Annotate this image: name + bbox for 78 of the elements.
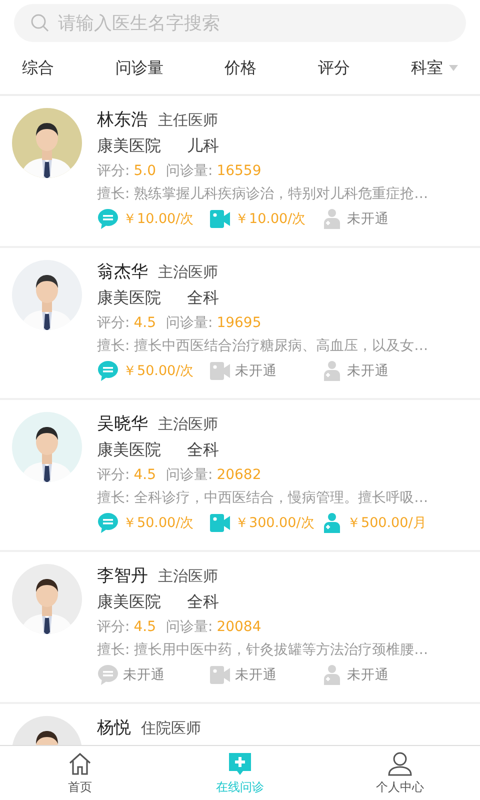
rating-value: 4.5 bbox=[134, 619, 156, 635]
doctor-title: 主治医师 bbox=[158, 567, 218, 586]
doctor-icon bbox=[321, 208, 343, 230]
nav-tab[interactable]: 个人中心 bbox=[320, 746, 480, 800]
chat-icon bbox=[97, 360, 119, 382]
consult-count: 19695 bbox=[216, 315, 262, 331]
chat-icon bbox=[97, 208, 119, 230]
service-price: 未开通 bbox=[123, 666, 165, 684]
doctor-icon bbox=[321, 360, 343, 382]
doctor-name: 杨悦 bbox=[97, 717, 131, 739]
filter-tab[interactable]: 问诊量 bbox=[115, 58, 164, 78]
video-camera-icon bbox=[209, 664, 231, 686]
medical-chat-icon bbox=[227, 750, 253, 776]
consult-count: 20682 bbox=[216, 467, 262, 483]
video-camera-icon bbox=[209, 360, 231, 382]
doctor-card[interactable]: 林东浩 主任医师 康美医院 儿科 评分: 5.0 问诊量: 16559 擅长: 熟练掌握儿科疾病诊治，特别对儿科危重症抢… ￥10.00/次 ￥10.00/次 未开通 bbox=[0, 96, 480, 248]
department: 全科 bbox=[187, 288, 219, 309]
chat-icon bbox=[97, 512, 119, 534]
consult-count: 20084 bbox=[216, 619, 262, 635]
consult-count: 16559 bbox=[216, 163, 262, 179]
consult-count-label: 问诊量: bbox=[166, 162, 213, 180]
rating-label: 评分: bbox=[97, 618, 130, 636]
search-icon bbox=[30, 13, 50, 33]
nav-tab[interactable]: 首页 bbox=[0, 746, 160, 800]
doctor-name: 吴晓华 bbox=[97, 413, 148, 435]
service-price: ￥10.00/次 bbox=[235, 210, 306, 228]
doctor-title: 主任医师 bbox=[158, 111, 218, 130]
specialty-text: 擅长: 全科诊疗，中西医结合，慢病管理。擅长呼吸… bbox=[97, 489, 430, 507]
hospital-name: 康美医院 bbox=[97, 440, 161, 461]
consult-count-label: 问诊量: bbox=[166, 618, 213, 636]
doctor-card[interactable]: 翁杰华 主治医师 康美医院 全科 评分: 4.5 问诊量: 19695 擅长: 擅长中西医结合治疗糖尿病、高血压，以及女… ￥50.00/次 未开通 未开通 bbox=[0, 248, 480, 400]
service-price: ￥50.00/次 bbox=[123, 514, 194, 532]
doctor-title: 主治医师 bbox=[158, 415, 218, 434]
chat-icon bbox=[97, 664, 119, 686]
filter-tab[interactable]: 科室 bbox=[411, 58, 458, 78]
service-price: ￥10.00/次 bbox=[123, 210, 194, 228]
home-icon bbox=[67, 750, 93, 776]
doctor-title: 主治医师 bbox=[158, 263, 218, 282]
rating-value: 4.5 bbox=[134, 315, 156, 331]
search-field[interactable]: 请输入医生名字搜索 bbox=[14, 4, 466, 42]
doctor-name: 李智丹 bbox=[97, 565, 148, 587]
doctor-icon bbox=[321, 512, 343, 534]
specialty-text: 擅长: 擅长用中医中药，针灸拔罐等方法治疗颈椎腰… bbox=[97, 641, 430, 659]
consult-count-label: 问诊量: bbox=[166, 314, 213, 332]
rating-value: 4.5 bbox=[134, 467, 156, 483]
service-price: 未开通 bbox=[347, 666, 389, 684]
doctor-card[interactable]: 吴晓华 主治医师 康美医院 全科 评分: 4.5 问诊量: 20682 擅长: 全科诊疗，中西医结合，慢病管理。擅长呼吸… ￥50.00/次 ￥300.00/次 ￥500.00/月 bbox=[0, 400, 480, 552]
service-price: 未开通 bbox=[347, 210, 389, 228]
rating-label: 评分: bbox=[97, 162, 130, 180]
filter-tab[interactable]: 评分 bbox=[318, 58, 350, 78]
video-camera-icon bbox=[209, 512, 231, 534]
service-price: 未开通 bbox=[235, 666, 277, 684]
specialty-text: 擅长: 熟练掌握儿科疾病诊治，特别对儿科危重症抢… bbox=[97, 185, 430, 203]
rating-label: 评分: bbox=[97, 314, 130, 332]
doctor-card[interactable]: 李智丹 主治医师 康美医院 全科 评分: 4.5 问诊量: 20084 擅长: 擅长用中医中药，针灸拔罐等方法治疗颈椎腰… 未开通 未开通 未开通 bbox=[0, 552, 480, 704]
filter-tab[interactable]: 综合 bbox=[22, 58, 54, 78]
service-price: ￥50.00/次 bbox=[123, 362, 194, 380]
service-price: ￥500.00/月 bbox=[347, 514, 427, 532]
doctor-icon bbox=[321, 664, 343, 686]
service-price: ￥300.00/次 bbox=[235, 514, 315, 532]
doctor-name: 林东浩 bbox=[97, 109, 148, 131]
hospital-name: 康美医院 bbox=[97, 592, 161, 613]
doctor-title: 住院医师 bbox=[141, 719, 201, 738]
rating-label: 评分: bbox=[97, 466, 130, 484]
person-icon bbox=[387, 750, 413, 776]
video-camera-icon bbox=[209, 208, 231, 230]
service-price: 未开通 bbox=[347, 362, 389, 380]
service-price: 未开通 bbox=[235, 362, 277, 380]
rating-value: 5.0 bbox=[134, 163, 156, 179]
hospital-name: 康美医院 bbox=[97, 288, 161, 309]
filter-tab[interactable]: 价格 bbox=[224, 58, 256, 78]
department: 儿科 bbox=[187, 136, 219, 157]
doctor-name: 翁杰华 bbox=[97, 261, 148, 283]
specialty-text: 擅长: 擅长中西医结合治疗糖尿病、高血压，以及女… bbox=[97, 337, 430, 355]
department: 全科 bbox=[187, 592, 219, 613]
department: 全科 bbox=[187, 440, 219, 461]
hospital-name: 康美医院 bbox=[97, 136, 161, 157]
consult-count-label: 问诊量: bbox=[166, 466, 213, 484]
